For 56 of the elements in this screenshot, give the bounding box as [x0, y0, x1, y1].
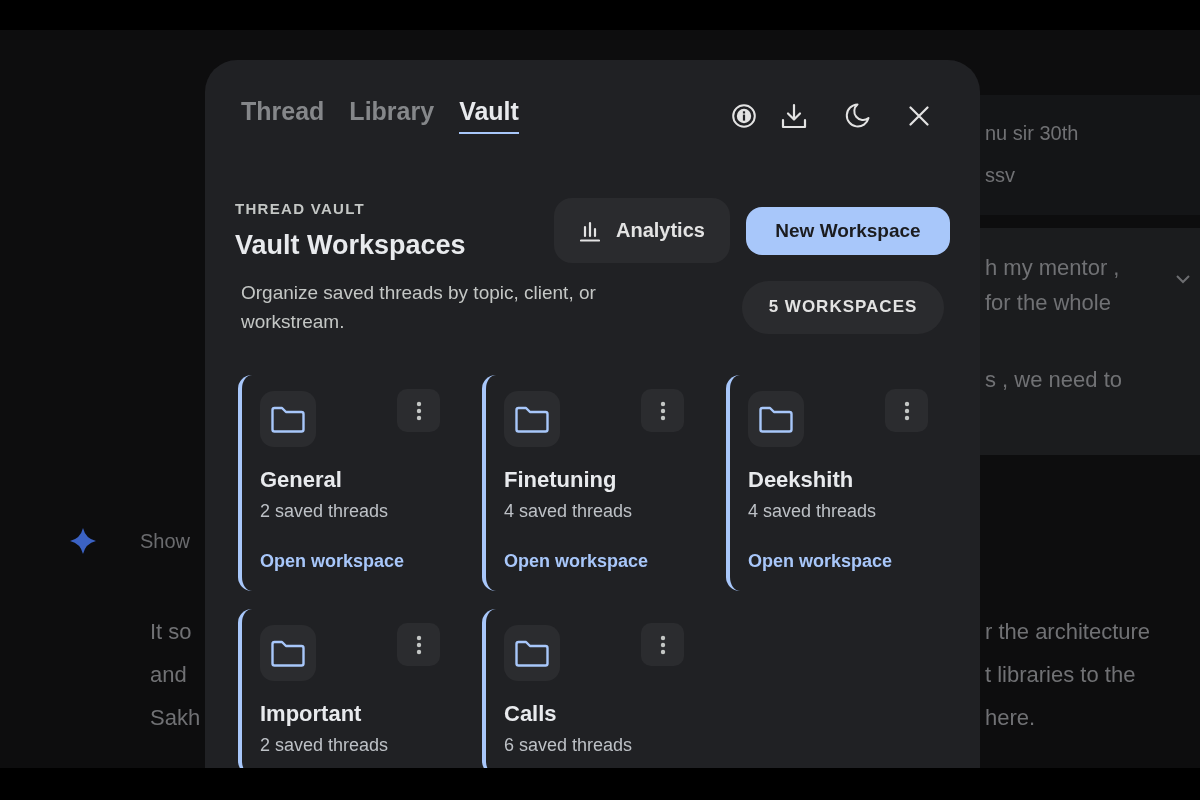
folder-icon — [260, 625, 316, 681]
workspace-name: Finetuning — [504, 467, 617, 493]
message-text: here. — [985, 704, 1037, 732]
vertical-dots-icon — [903, 400, 910, 421]
message-text: nu sir 30th — [985, 121, 1080, 146]
thread-count-text: 4 saved threads — [504, 500, 633, 523]
section-label: THREAD VAULT — [235, 200, 366, 218]
vertical-dots-icon — [415, 400, 422, 421]
bar-chart-icon — [580, 219, 600, 242]
chevron-down-icon[interactable] — [1176, 275, 1190, 284]
folder-icon — [748, 391, 804, 447]
more-options-button[interactable] — [397, 389, 440, 432]
more-options-button[interactable] — [885, 389, 928, 432]
workspace-name: Deekshith — [748, 467, 854, 493]
vertical-dots-icon — [415, 634, 422, 655]
analytics-button[interactable]: Analytics — [554, 198, 730, 263]
sparkle-icon — [69, 527, 97, 555]
thread-count-text: 2 saved threads — [260, 734, 389, 757]
message-text: Show — [140, 529, 191, 553]
folder-icon — [504, 391, 560, 447]
message-text: s , we need to — [985, 366, 1123, 394]
download-icon[interactable] — [781, 102, 807, 129]
open-workspace-link[interactable]: Open workspace — [504, 549, 649, 573]
vertical-dots-icon — [659, 400, 666, 421]
tab[interactable]: Library — [349, 97, 435, 134]
workspace-name: General — [260, 467, 342, 493]
message-text: t libraries to the — [985, 661, 1137, 689]
message-text: r the architecture — [985, 618, 1152, 646]
vertical-dots-icon — [659, 634, 666, 655]
message-text: and — [150, 661, 188, 689]
folder-icon — [504, 625, 560, 681]
more-options-button[interactable] — [397, 623, 440, 666]
description-text: Organize saved threads by topic, client, or workstream. — [241, 281, 597, 334]
thread-count-text: 4 saved threads — [748, 500, 877, 523]
message-text: h my mentor , — [985, 254, 1121, 282]
tab[interactable]: Vault — [459, 97, 519, 134]
workspace-name: Important — [260, 701, 362, 727]
thread-count-text: 2 saved threads — [260, 500, 389, 523]
close-icon[interactable] — [909, 105, 929, 126]
thread-count-text: 6 saved threads — [504, 734, 633, 757]
more-options-button[interactable] — [641, 389, 684, 432]
info-icon[interactable] — [732, 103, 756, 128]
message-text: It so — [150, 618, 193, 646]
workspace-name: Calls — [504, 701, 557, 727]
more-options-button[interactable] — [641, 623, 684, 666]
open-workspace-link[interactable]: Open workspace — [748, 549, 893, 573]
message-text: Sakh — [150, 704, 201, 732]
folder-icon — [260, 391, 316, 447]
new-workspace-button[interactable]: New Workspace — [746, 206, 950, 255]
moon-icon[interactable] — [844, 102, 870, 129]
tab[interactable]: Thread — [241, 97, 325, 134]
count-badge: 5 WORKSPACES — [742, 280, 944, 334]
section-title: Vault Workspaces — [235, 229, 466, 261]
open-workspace-link[interactable]: Open workspace — [260, 549, 405, 573]
message-text: for the whole — [985, 289, 1112, 317]
message-text: ssv — [985, 163, 1016, 188]
